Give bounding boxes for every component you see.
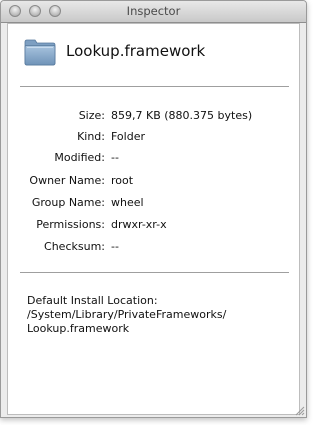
checksum-label: Checksum: (44, 240, 105, 253)
size-value: 859,7 KB (880.375 bytes) (111, 109, 253, 122)
title-bar[interactable]: Inspector (1, 1, 306, 23)
info-row-owner: Owner Name: root (8, 174, 299, 190)
size-label: Size: (78, 109, 105, 122)
info-row-checksum: Checksum: -- (8, 240, 299, 256)
permissions-label: Permissions: (36, 218, 105, 231)
folder-icon (24, 39, 56, 66)
file-name: Lookup.framework (66, 42, 206, 60)
install-location: Default Install Location: /System/Librar… (27, 294, 287, 336)
info-row-permissions: Permissions: drwxr-xr-x (8, 218, 299, 234)
window-title: Inspector (126, 4, 181, 18)
info-row-group: Group Name: wheel (8, 196, 299, 212)
modified-label: Modified: (54, 151, 105, 164)
kind-value: Folder (111, 130, 145, 143)
permissions-value: drwxr-xr-x (111, 218, 167, 231)
install-location-label: Default Install Location: (27, 294, 158, 307)
info-row-kind: Kind: Folder (8, 130, 299, 146)
group-value: wheel (111, 196, 144, 209)
install-location-path: /System/Library/PrivateFrameworks/ (27, 308, 227, 321)
inspector-panel: Lookup.framework Size: 859,7 KB (880.375… (7, 23, 300, 415)
owner-label: Owner Name: (29, 174, 105, 187)
checksum-value: -- (111, 240, 119, 253)
inspector-window: Inspector Lookup.framework Size: 859,7 K… (0, 0, 307, 418)
kind-label: Kind: (77, 130, 105, 143)
separator (20, 272, 289, 273)
resize-grip-icon[interactable] (293, 404, 305, 416)
modified-value: -- (111, 151, 119, 164)
owner-value: root (111, 174, 134, 187)
separator (20, 86, 289, 87)
info-row-size: Size: 859,7 KB (880.375 bytes) (8, 109, 299, 125)
info-row-modified: Modified: -- (8, 151, 299, 167)
install-location-file: Lookup.framework (27, 322, 130, 335)
group-label: Group Name: (31, 196, 105, 209)
